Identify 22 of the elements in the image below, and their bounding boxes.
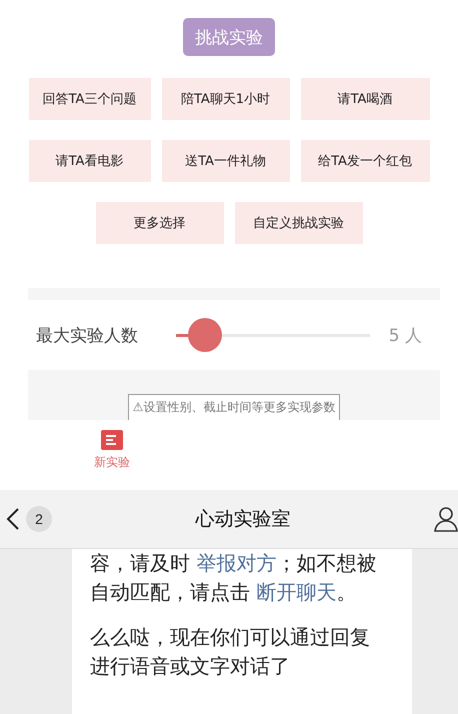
option-button[interactable]: 送TA一件礼物 [162,140,290,182]
back-button[interactable]: 2 [6,506,52,532]
option-button[interactable]: 回答TA三个问题 [28,78,150,120]
slider-thumb[interactable] [188,318,222,352]
slider-reading: 5 人 [388,324,422,346]
option-button[interactable]: 请TA看电影 [28,140,150,182]
settings-link[interactable]: ⚠设置性别、截止时间等更多实现参数 [128,394,340,420]
message-link[interactable]: 举报对方 [196,551,276,575]
option-button[interactable]: 陪TA聊天1小时 [162,78,290,120]
message-text: 容，请及时 举报对方；如不想被自动匹配，请点击 断开聊天。 [90,550,378,606]
person-icon[interactable] [434,506,458,532]
chat-title: 心动实验室 [196,507,290,532]
message-link[interactable]: 断开聊天 [256,580,336,604]
slider-label: 最大实验人数 [36,324,139,346]
unread-count: 2 [26,506,52,532]
option-button[interactable]: 请TA喝酒 [300,78,430,120]
option-button[interactable]: 给TA发一个红包 [300,140,430,182]
list-icon [101,430,123,450]
message-text: 么么哒，现在你们可以通过回复进行语音或文字对话了 [90,624,371,680]
option-button[interactable]: 自定义挑战实验 [234,202,362,244]
back-icon [6,507,20,531]
option-button[interactable]: 更多选择 [96,202,224,244]
